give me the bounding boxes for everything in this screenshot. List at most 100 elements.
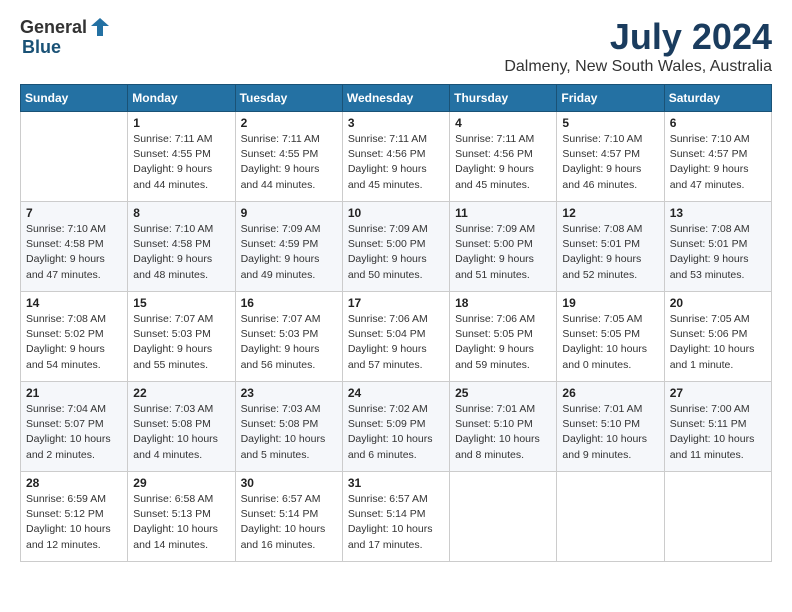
day-number: 8	[133, 206, 229, 220]
sunset-label: Sunset: 5:05 PM	[562, 328, 640, 340]
calendar-cell: 7 Sunrise: 7:10 AM Sunset: 4:58 PM Dayli…	[21, 202, 128, 292]
day-number: 18	[455, 296, 551, 310]
sunset-label: Sunset: 5:14 PM	[241, 508, 319, 520]
daylight-label: Daylight: 9 hours and 56 minutes.	[241, 343, 320, 370]
daylight-label: Daylight: 10 hours and 8 minutes.	[455, 433, 540, 460]
daylight-label: Daylight: 9 hours and 54 minutes.	[26, 343, 105, 370]
day-info: Sunrise: 7:09 AM Sunset: 5:00 PM Dayligh…	[455, 222, 551, 283]
day-info: Sunrise: 7:11 AM Sunset: 4:55 PM Dayligh…	[133, 132, 229, 193]
sunset-label: Sunset: 4:59 PM	[241, 238, 319, 250]
calendar-cell: 6 Sunrise: 7:10 AM Sunset: 4:57 PM Dayli…	[664, 112, 771, 202]
calendar-cell: 18 Sunrise: 7:06 AM Sunset: 5:05 PM Dayl…	[450, 292, 557, 382]
day-info: Sunrise: 7:01 AM Sunset: 5:10 PM Dayligh…	[562, 402, 658, 463]
day-info: Sunrise: 7:11 AM Sunset: 4:56 PM Dayligh…	[455, 132, 551, 193]
day-number: 28	[26, 476, 122, 490]
calendar-cell: 27 Sunrise: 7:00 AM Sunset: 5:11 PM Dayl…	[664, 382, 771, 472]
sunset-label: Sunset: 5:05 PM	[455, 328, 533, 340]
day-info: Sunrise: 7:04 AM Sunset: 5:07 PM Dayligh…	[26, 402, 122, 463]
calendar-cell: 25 Sunrise: 7:01 AM Sunset: 5:10 PM Dayl…	[450, 382, 557, 472]
sunrise-label: Sunrise: 7:03 AM	[133, 403, 213, 415]
logo-blue: Blue	[22, 38, 111, 56]
day-number: 14	[26, 296, 122, 310]
day-info: Sunrise: 7:10 AM Sunset: 4:58 PM Dayligh…	[133, 222, 229, 283]
sunrise-label: Sunrise: 6:59 AM	[26, 493, 106, 505]
calendar-week-4: 21 Sunrise: 7:04 AM Sunset: 5:07 PM Dayl…	[21, 382, 772, 472]
day-number: 22	[133, 386, 229, 400]
calendar-cell	[450, 472, 557, 562]
calendar-cell: 24 Sunrise: 7:02 AM Sunset: 5:09 PM Dayl…	[342, 382, 449, 472]
sunset-label: Sunset: 4:55 PM	[241, 148, 319, 160]
sunset-label: Sunset: 4:56 PM	[348, 148, 426, 160]
calendar-cell: 31 Sunrise: 6:57 AM Sunset: 5:14 PM Dayl…	[342, 472, 449, 562]
sunrise-label: Sunrise: 7:06 AM	[348, 313, 428, 325]
day-number: 4	[455, 116, 551, 130]
daylight-label: Daylight: 9 hours and 59 minutes.	[455, 343, 534, 370]
day-info: Sunrise: 7:00 AM Sunset: 5:11 PM Dayligh…	[670, 402, 766, 463]
day-info: Sunrise: 7:06 AM Sunset: 5:04 PM Dayligh…	[348, 312, 444, 373]
day-number: 17	[348, 296, 444, 310]
calendar-cell: 15 Sunrise: 7:07 AM Sunset: 5:03 PM Dayl…	[128, 292, 235, 382]
sunset-label: Sunset: 5:13 PM	[133, 508, 211, 520]
sunrise-label: Sunrise: 7:10 AM	[562, 133, 642, 145]
calendar-cell	[21, 112, 128, 202]
day-info: Sunrise: 7:02 AM Sunset: 5:09 PM Dayligh…	[348, 402, 444, 463]
calendar-cell: 23 Sunrise: 7:03 AM Sunset: 5:08 PM Dayl…	[235, 382, 342, 472]
daylight-label: Daylight: 9 hours and 53 minutes.	[670, 253, 749, 280]
day-info: Sunrise: 7:08 AM Sunset: 5:02 PM Dayligh…	[26, 312, 122, 373]
day-info: Sunrise: 7:11 AM Sunset: 4:56 PM Dayligh…	[348, 132, 444, 193]
sunset-label: Sunset: 4:57 PM	[562, 148, 640, 160]
sunset-label: Sunset: 5:00 PM	[455, 238, 533, 250]
calendar-cell: 28 Sunrise: 6:59 AM Sunset: 5:12 PM Dayl…	[21, 472, 128, 562]
day-number: 29	[133, 476, 229, 490]
main-title: July 2024	[504, 16, 772, 58]
sunrise-label: Sunrise: 7:06 AM	[455, 313, 535, 325]
day-info: Sunrise: 7:09 AM Sunset: 4:59 PM Dayligh…	[241, 222, 337, 283]
calendar-cell: 20 Sunrise: 7:05 AM Sunset: 5:06 PM Dayl…	[664, 292, 771, 382]
calendar-cell: 2 Sunrise: 7:11 AM Sunset: 4:55 PM Dayli…	[235, 112, 342, 202]
sunrise-label: Sunrise: 7:05 AM	[670, 313, 750, 325]
sunrise-label: Sunrise: 7:05 AM	[562, 313, 642, 325]
day-info: Sunrise: 7:10 AM Sunset: 4:58 PM Dayligh…	[26, 222, 122, 283]
day-header-tuesday: Tuesday	[235, 85, 342, 112]
calendar-cell: 30 Sunrise: 6:57 AM Sunset: 5:14 PM Dayl…	[235, 472, 342, 562]
sunrise-label: Sunrise: 6:58 AM	[133, 493, 213, 505]
day-number: 20	[670, 296, 766, 310]
subtitle: Dalmeny, New South Wales, Australia	[504, 58, 772, 76]
daylight-label: Daylight: 9 hours and 47 minutes.	[26, 253, 105, 280]
sunrise-label: Sunrise: 7:09 AM	[455, 223, 535, 235]
day-number: 9	[241, 206, 337, 220]
title-area: July 2024 Dalmeny, New South Wales, Aust…	[504, 16, 772, 76]
day-number: 3	[348, 116, 444, 130]
day-number: 24	[348, 386, 444, 400]
day-number: 30	[241, 476, 337, 490]
calendar-cell: 26 Sunrise: 7:01 AM Sunset: 5:10 PM Dayl…	[557, 382, 664, 472]
sunset-label: Sunset: 5:06 PM	[670, 328, 748, 340]
calendar-cell: 16 Sunrise: 7:07 AM Sunset: 5:03 PM Dayl…	[235, 292, 342, 382]
day-info: Sunrise: 7:11 AM Sunset: 4:55 PM Dayligh…	[241, 132, 337, 193]
daylight-label: Daylight: 9 hours and 46 minutes.	[562, 163, 641, 190]
sunrise-label: Sunrise: 7:04 AM	[26, 403, 106, 415]
day-header-saturday: Saturday	[664, 85, 771, 112]
daylight-label: Daylight: 9 hours and 50 minutes.	[348, 253, 427, 280]
day-info: Sunrise: 7:01 AM Sunset: 5:10 PM Dayligh…	[455, 402, 551, 463]
day-info: Sunrise: 7:10 AM Sunset: 4:57 PM Dayligh…	[670, 132, 766, 193]
day-number: 5	[562, 116, 658, 130]
sunset-label: Sunset: 5:04 PM	[348, 328, 426, 340]
daylight-label: Daylight: 10 hours and 6 minutes.	[348, 433, 433, 460]
calendar-cell: 8 Sunrise: 7:10 AM Sunset: 4:58 PM Dayli…	[128, 202, 235, 292]
sunrise-label: Sunrise: 7:10 AM	[133, 223, 213, 235]
day-info: Sunrise: 6:57 AM Sunset: 5:14 PM Dayligh…	[348, 492, 444, 553]
calendar-cell: 22 Sunrise: 7:03 AM Sunset: 5:08 PM Dayl…	[128, 382, 235, 472]
daylight-label: Daylight: 10 hours and 2 minutes.	[26, 433, 111, 460]
daylight-label: Daylight: 10 hours and 4 minutes.	[133, 433, 218, 460]
calendar-week-1: 1 Sunrise: 7:11 AM Sunset: 4:55 PM Dayli…	[21, 112, 772, 202]
sunrise-label: Sunrise: 7:09 AM	[348, 223, 428, 235]
day-info: Sunrise: 6:58 AM Sunset: 5:13 PM Dayligh…	[133, 492, 229, 553]
calendar-cell: 4 Sunrise: 7:11 AM Sunset: 4:56 PM Dayli…	[450, 112, 557, 202]
day-info: Sunrise: 7:10 AM Sunset: 4:57 PM Dayligh…	[562, 132, 658, 193]
logo-bird-icon	[89, 16, 111, 38]
calendar-cell	[664, 472, 771, 562]
day-info: Sunrise: 7:05 AM Sunset: 5:06 PM Dayligh…	[670, 312, 766, 373]
sunset-label: Sunset: 5:02 PM	[26, 328, 104, 340]
sunset-label: Sunset: 5:08 PM	[241, 418, 319, 430]
